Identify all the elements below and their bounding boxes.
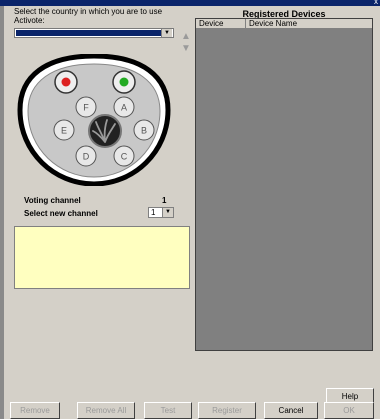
country-dropdown[interactable]: ▼ — [14, 28, 174, 38]
ok-button[interactable]: OK — [324, 402, 374, 419]
logo-icon — [88, 114, 122, 148]
remove-all-button[interactable]: Remove All — [77, 402, 135, 419]
key-e: E — [53, 119, 75, 141]
register-button[interactable]: Register — [198, 402, 256, 419]
record-button — [54, 70, 78, 94]
svg-text:D: D — [83, 152, 90, 162]
power-button — [112, 70, 136, 94]
cancel-button[interactable]: Cancel — [264, 402, 318, 419]
move-up-icon[interactable]: ▲ — [180, 31, 192, 43]
key-b: B — [133, 119, 155, 141]
instructions-line-2: Activote: — [14, 16, 45, 25]
channel-select-value: 1 — [151, 208, 156, 217]
close-icon[interactable]: x — [374, 0, 378, 6]
column-device[interactable]: Device — [196, 19, 246, 28]
column-device-name[interactable]: Device Name — [246, 19, 372, 28]
country-instructions: Select the country in which you are to u… — [14, 7, 194, 25]
chevron-down-icon[interactable]: ▼ — [162, 208, 173, 217]
registered-devices-list[interactable]: Device Device Name — [195, 18, 373, 351]
svg-text:C: C — [121, 152, 128, 162]
svg-text:F: F — [83, 103, 89, 113]
key-d: D — [75, 145, 97, 167]
chevron-down-icon[interactable]: ▼ — [161, 29, 172, 37]
test-button[interactable]: Test — [144, 402, 192, 419]
key-f: F — [75, 96, 97, 118]
key-c: C — [113, 145, 135, 167]
activote-remote: F A E B D C — [14, 53, 174, 188]
select-channel-label: Select new channel — [24, 209, 98, 218]
message-area — [14, 226, 190, 289]
remove-button[interactable]: Remove — [10, 402, 60, 419]
voting-channel-label: Voting channel — [24, 196, 81, 205]
svg-text:B: B — [141, 126, 147, 136]
move-down-icon[interactable]: ▼ — [180, 43, 192, 55]
title-bar: x — [0, 0, 380, 6]
svg-text:A: A — [121, 103, 127, 113]
instructions-line-1: Select the country in which you are to u… — [14, 7, 163, 16]
key-a: A — [113, 96, 135, 118]
country-selected-value — [16, 30, 161, 36]
window-edge — [0, 6, 4, 419]
svg-text:E: E — [61, 126, 67, 136]
device-list-header: Device Device Name — [196, 19, 372, 29]
voting-channel-value: 1 — [162, 196, 167, 205]
channel-select[interactable]: 1 ▼ — [148, 207, 174, 218]
